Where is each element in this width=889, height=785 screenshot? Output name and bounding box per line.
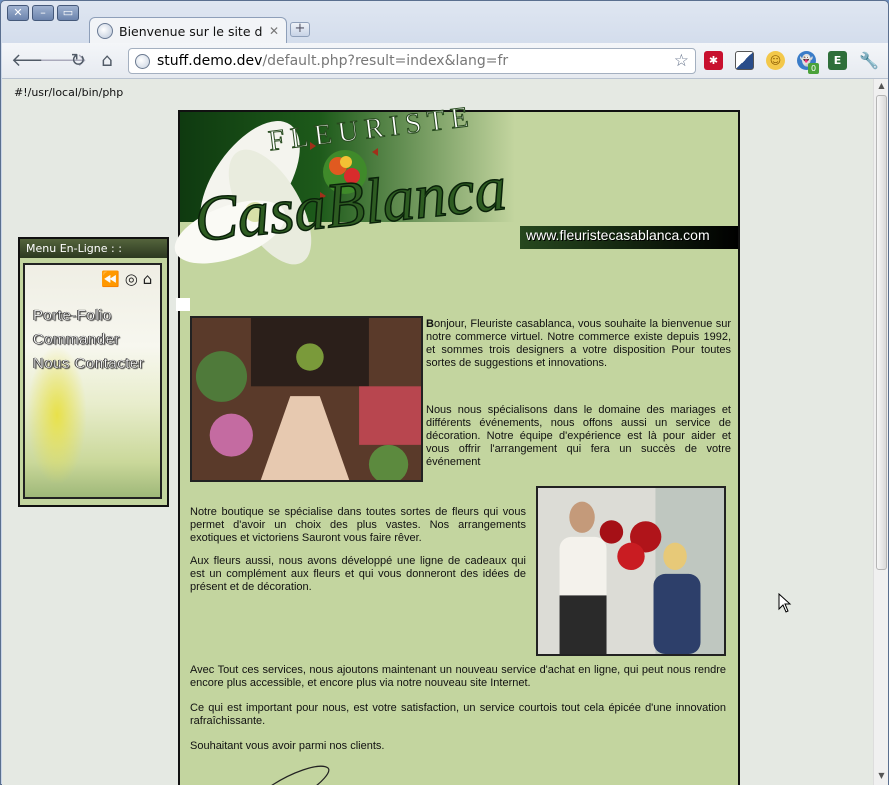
tab-title: Bienvenue sur le site de Fl: [119, 23, 263, 39]
address-bar[interactable]: stuff.demo.dev/default.php?result=index&…: [128, 48, 696, 74]
home-icon[interactable]: ⌂: [143, 270, 153, 288]
globe-icon: [97, 23, 113, 39]
browser-window: ✕ – ▭ Bienvenue sur le site de Fl ✕ + 🡐 …: [0, 0, 889, 785]
site-url-text: www.fleuristecasablanca.com: [526, 227, 710, 243]
extension-smiley-icon[interactable]: ☺: [766, 51, 785, 70]
mouse-cursor-icon: [778, 593, 792, 613]
vertical-scrollbar[interactable]: ▲ ▼: [873, 79, 888, 785]
window-controls: ✕ – ▭: [7, 5, 79, 21]
online-service-paragraph: Avec Tout ces services, nous ajoutons ma…: [190, 664, 726, 689]
online-menu: Menu En-Ligne : : ⏪ ◎ ⌂ Porte-Folio Comm…: [18, 237, 169, 507]
extension-badge: 0: [808, 63, 819, 74]
close-window-button[interactable]: ✕: [7, 5, 29, 21]
maximize-button[interactable]: ▭: [57, 5, 79, 21]
shebang-text: #!/usr/local/bin/php: [14, 86, 124, 99]
satisfaction-paragraph: Ce qui est important pour nous, est votr…: [190, 702, 726, 727]
minimize-button[interactable]: –: [32, 5, 54, 21]
refresh-icon[interactable]: ◎: [125, 270, 138, 288]
spacer-square: [176, 298, 190, 311]
scrollbar-thumb[interactable]: [876, 95, 887, 570]
page-info-icon[interactable]: [135, 53, 150, 69]
tab-close-icon[interactable]: ✕: [269, 24, 279, 38]
url-text: stuff.demo.dev/default.php?result=index&…: [157, 53, 509, 69]
intro-paragraph: Bonjour, Fleuriste casablanca, vous souh…: [426, 318, 731, 369]
menu-item-nous-contacter[interactable]: Nous Contacter: [33, 355, 144, 372]
scroll-down-arrow-icon[interactable]: ▼: [874, 769, 889, 783]
bookmark-star-icon[interactable]: ☆: [674, 51, 689, 71]
wrench-menu-icon[interactable]: 🔧: [859, 51, 879, 70]
forward-icon[interactable]: 🡒: [39, 51, 87, 71]
home-icon[interactable]: ⌂: [96, 51, 118, 71]
menu-item-porte-folio[interactable]: Porte-Folio: [33, 307, 112, 324]
events-paragraph: Nous nous spécialisons dans le domaine d…: [426, 404, 731, 468]
menu-icons: ⏪ ◎ ⌂: [101, 270, 152, 288]
browser-toolbar: 🡐 🡒 ↻ ⌂ stuff.demo.dev/default.php?resul…: [2, 43, 888, 79]
reload-icon[interactable]: ↻: [67, 51, 89, 71]
new-tab-button[interactable]: +: [290, 22, 310, 37]
extension-evernote-icon[interactable]: E: [828, 51, 847, 70]
closing-paragraph: Souhaitant vous avoir parmi nos clients.: [190, 740, 385, 752]
gifts-paragraph: Aux fleurs aussi, nous avons développé u…: [190, 555, 526, 593]
boutique-paragraph: Notre boutique se spécialise dans toutes…: [190, 506, 526, 544]
back-icon[interactable]: 🡐: [11, 51, 59, 71]
staff-photo: [536, 486, 726, 656]
shop-interior-photo: [190, 316, 423, 482]
signature-image: [271, 765, 330, 785]
extension-red-icon[interactable]: ✱: [704, 51, 723, 70]
extension-window-icon[interactable]: [735, 51, 754, 70]
page-viewport: #!/usr/local/bin/php FLEURISTE CasaBlanc…: [2, 79, 873, 785]
browser-tab[interactable]: Bienvenue sur le site de Fl ✕: [89, 17, 287, 44]
scroll-up-arrow-icon[interactable]: ▲: [874, 79, 889, 93]
menu-header: Menu En-Ligne : :: [20, 239, 167, 258]
site-content: FLEURISTE CasaBlanca www.fleuristecasabl…: [174, 100, 740, 785]
menu-body: ⏪ ◎ ⌂ Porte-Folio Commander Nous Contact…: [23, 263, 162, 499]
rewind-icon[interactable]: ⏪: [101, 270, 120, 288]
menu-item-commander[interactable]: Commander: [33, 331, 120, 348]
